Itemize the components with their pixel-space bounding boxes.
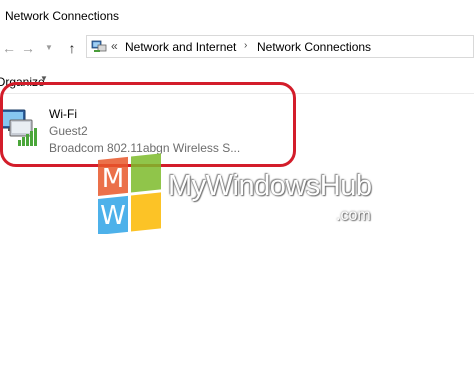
recent-locations-chevron-icon[interactable]: ▼ [40, 39, 58, 57]
watermark-name: MyWindowsHub [168, 170, 372, 202]
window-title: Network Connections [5, 9, 120, 23]
wifi-adapter-icon [0, 109, 37, 146]
adapter-ssid: Guest2 [49, 124, 88, 138]
command-bar: Organize ▼ [0, 66, 474, 94]
title-bar: Network Connections [0, 0, 474, 32]
up-arrow-icon[interactable]: ↑ [63, 39, 81, 57]
organize-menu-button[interactable]: Organize [0, 75, 45, 89]
logo-letter-w: W [100, 201, 126, 231]
windows-logo-icon: M W [98, 153, 161, 234]
forward-arrow-icon[interactable]: → [19, 39, 37, 57]
breadcrumb-network-and-internet[interactable]: Network and Internet [125, 40, 236, 54]
network-folder-icon [91, 40, 107, 52]
adapter-name: Wi-Fi [49, 107, 77, 121]
chevron-down-icon[interactable]: ▼ [40, 74, 48, 83]
back-arrow-icon[interactable]: ← [0, 39, 18, 57]
watermark: M W MyWindowsHub .com [98, 152, 398, 238]
logo-letter-m: M [102, 164, 124, 194]
adapter-device-name: Broadcom 802.11abgn Wireless S... [49, 141, 241, 155]
address-bar[interactable]: « Network and Internet › Network Connect… [86, 35, 474, 58]
wifi-adapter-item[interactable]: Wi-Fi Guest2 Broadcom 802.11abgn Wireles… [0, 100, 290, 164]
breadcrumb-network-connections[interactable]: Network Connections [257, 40, 371, 54]
watermark-suffix: .com [336, 207, 371, 224]
breadcrumb-overflow[interactable]: « [111, 39, 118, 53]
breadcrumb-separator-icon[interactable]: › [244, 40, 247, 51]
